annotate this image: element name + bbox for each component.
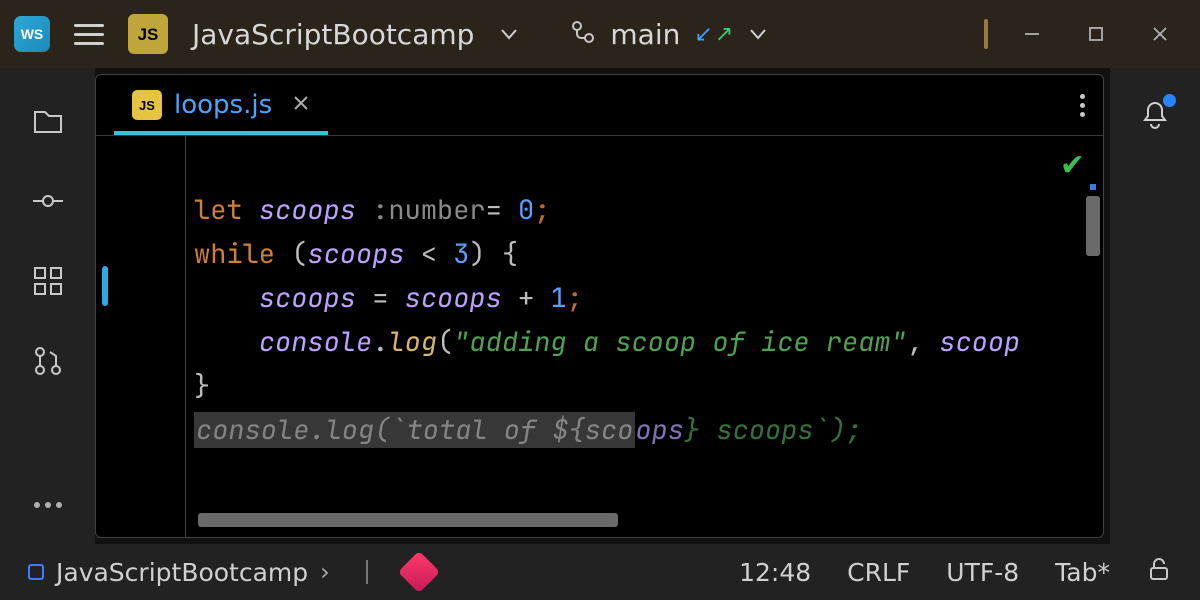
project-name[interactable]: JavaScriptBootcamp xyxy=(192,18,474,51)
editor-tab-row: JS loops.js xyxy=(96,75,1103,135)
vertical-scrollbar[interactable] xyxy=(1086,196,1100,256)
editor-pane: JS loops.js let scoops :number= 0; while… xyxy=(95,74,1104,538)
editor-body[interactable]: let scoops :number= 0; while (scoops < 3… xyxy=(96,135,1103,537)
branch-chevron-icon[interactable] xyxy=(747,23,769,45)
right-toolbar xyxy=(1110,68,1200,544)
project-tool-button[interactable] xyxy=(31,104,65,142)
editor-tab-loops[interactable]: JS loops.js xyxy=(114,75,328,135)
line-separator-widget[interactable]: CRLF xyxy=(847,558,910,587)
vcs-branch-widget[interactable]: main ↙↗ xyxy=(570,18,769,51)
editor-gutter[interactable] xyxy=(96,136,186,537)
indent-widget[interactable]: Tab* xyxy=(1055,558,1110,587)
project-badge: JS xyxy=(128,14,168,54)
main-area: JS loops.js let scoops :number= 0; while… xyxy=(0,68,1200,544)
tab-close-button[interactable] xyxy=(292,94,310,116)
more-tools-button[interactable] xyxy=(34,502,62,508)
horizontal-scrollbar[interactable] xyxy=(188,513,1089,527)
structure-tool-button[interactable] xyxy=(31,264,65,302)
vcs-update-icon[interactable]: ↙↗ xyxy=(694,22,733,47)
inspection-ok-icon[interactable]: ✔ xyxy=(1060,148,1085,183)
commit-tool-button[interactable] xyxy=(31,184,65,222)
chevron-right-icon: › xyxy=(320,558,330,586)
status-bar: JavaScriptBootcamp › 12:48 CRLF UTF-8 Ta… xyxy=(0,544,1200,600)
main-menu-button[interactable] xyxy=(74,24,104,45)
branch-name: main xyxy=(610,18,680,51)
editor-tab-menu-button[interactable] xyxy=(1080,94,1085,117)
file-type-icon: JS xyxy=(132,90,162,120)
status-project-name: JavaScriptBootcamp xyxy=(56,558,308,587)
window-maximize-button[interactable] xyxy=(1076,14,1116,54)
toolbar-accent xyxy=(984,19,988,49)
project-chevron-icon[interactable] xyxy=(498,23,520,45)
app-icon: WS xyxy=(14,16,50,52)
gutter-bookmark-icon[interactable] xyxy=(102,266,108,306)
pull-requests-tool-button[interactable] xyxy=(31,344,65,382)
project-status-icon xyxy=(28,564,44,580)
tab-filename: loops.js xyxy=(174,90,272,120)
window-minimize-button[interactable] xyxy=(1012,14,1052,54)
readonly-toggle[interactable] xyxy=(1146,556,1172,588)
cursor-position[interactable]: 12:48 xyxy=(739,558,811,587)
encoding-widget[interactable]: UTF-8 xyxy=(946,558,1019,587)
ai-assistant-icon[interactable] xyxy=(398,551,440,593)
status-project-widget[interactable]: JavaScriptBootcamp › xyxy=(28,558,330,587)
notifications-button[interactable] xyxy=(1138,98,1172,136)
title-bar: WS JS JavaScriptBootcamp main ↙↗ xyxy=(0,0,1200,68)
notification-dot-icon xyxy=(1163,94,1176,107)
window-close-button[interactable] xyxy=(1140,14,1180,54)
left-toolbar xyxy=(0,68,95,544)
branch-icon xyxy=(570,19,596,49)
code-area[interactable]: let scoops :number= 0; while (scoops < 3… xyxy=(186,136,1103,537)
status-separator xyxy=(366,560,368,584)
